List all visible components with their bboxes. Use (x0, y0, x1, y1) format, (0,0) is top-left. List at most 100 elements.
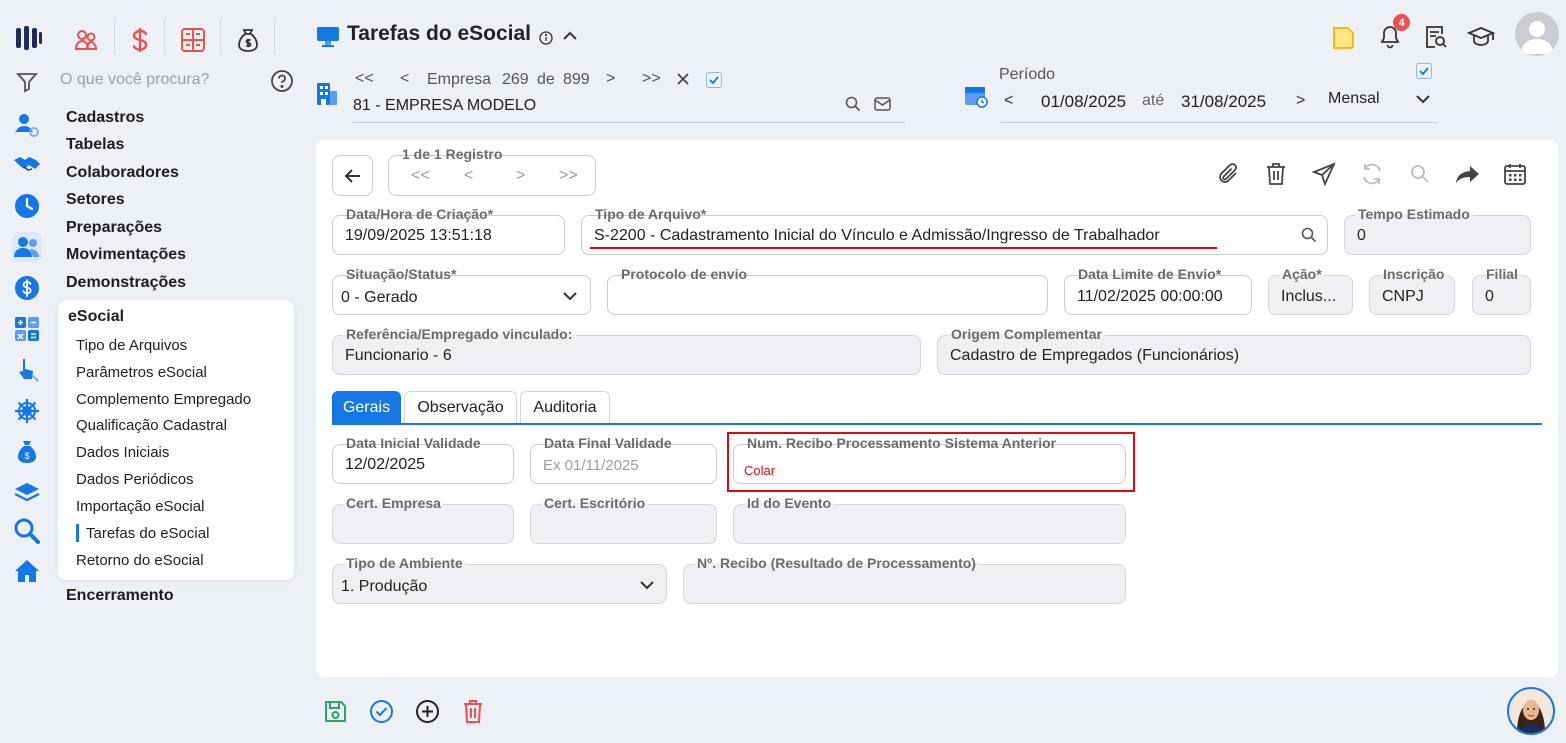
calendar-icon[interactable] (1502, 161, 1528, 187)
prev-company-button[interactable]: < (400, 70, 409, 88)
delete-icon[interactable] (462, 699, 484, 724)
next-record-button[interactable]: > (516, 167, 525, 185)
search-icon[interactable] (1407, 161, 1433, 187)
assistant-avatar[interactable] (1507, 687, 1555, 735)
protocol-field[interactable]: Protocolo de envio (607, 266, 1048, 315)
prev-period-button[interactable]: < (1004, 92, 1013, 110)
save-icon[interactable] (323, 699, 348, 724)
company-search-icon[interactable] (845, 96, 861, 112)
first-record-button[interactable]: << (411, 167, 430, 185)
status-select[interactable]: Situação/Status* 0 - Gerado (332, 266, 591, 315)
status-chevron-down-icon[interactable] (562, 290, 578, 302)
back-button[interactable] (332, 155, 373, 196)
clock-icon[interactable] (12, 191, 42, 221)
creation-datetime-field[interactable]: Data/Hora de Criação* 19/09/2025 13:51:1… (332, 206, 565, 255)
menu-item-colaboradores[interactable]: Colaboradores (66, 164, 179, 182)
add-icon[interactable] (415, 699, 440, 724)
dollar-icon[interactable] (126, 26, 154, 54)
prev-record-button[interactable]: < (464, 167, 473, 185)
menu-item-movimentacoes[interactable]: Movimentações (66, 246, 186, 264)
company-name[interactable]: 81 - EMPRESA MODELO (353, 97, 536, 115)
file-type-search-icon[interactable] (1301, 227, 1317, 243)
submenu-item-retorno[interactable]: Retorno do eSocial (76, 552, 204, 569)
submenu-item-complemento[interactable]: Complemento Empregado (76, 391, 251, 408)
first-company-button[interactable]: << (355, 70, 374, 88)
submenu-item-importacao[interactable]: Importação eSocial (76, 498, 204, 515)
period-end[interactable]: 31/08/2025 (1181, 92, 1266, 112)
tab-gerais[interactable]: Gerais (332, 391, 401, 424)
company-checkbox[interactable] (706, 72, 722, 88)
submenu-item-dados-iniciais[interactable]: Dados Iniciais (76, 444, 169, 461)
period-checkbox[interactable] (1416, 63, 1432, 79)
close-icon[interactable] (677, 73, 689, 85)
chevron-down-icon[interactable] (1415, 93, 1431, 105)
mail-icon[interactable] (874, 97, 891, 111)
event-id-label: Id do Evento (744, 495, 834, 511)
origin-label: Origem Complementar (948, 326, 1105, 342)
file-type-field[interactable]: Tipo de Arquivo* S-2200 - Cadastramento … (581, 206, 1328, 255)
search-menu-input[interactable]: O que você procura? (60, 71, 209, 89)
tab-auditoria[interactable]: Auditoria (520, 391, 610, 424)
start-validity-label: Data Inicial Validade (343, 435, 484, 451)
magnifier-icon[interactable] (12, 516, 42, 546)
environment-chevron-down-icon[interactable] (639, 579, 655, 591)
period-mode-select[interactable]: Mensal (1328, 90, 1380, 108)
employees-icon[interactable] (12, 232, 42, 262)
home-icon[interactable] (12, 556, 42, 586)
reference-field: Referência/Empregado vinculado: Funciona… (332, 326, 921, 375)
last-record-button[interactable]: >> (559, 167, 578, 185)
submenu-item-tipo-arquivos[interactable]: Tipo de Arquivos (76, 337, 187, 354)
trash-icon[interactable] (1263, 161, 1289, 187)
submenu-item-tarefas[interactable]: Tarefas do eSocial (86, 525, 209, 542)
document-search-icon[interactable] (1424, 24, 1448, 50)
environment-value: 1. Produção (341, 578, 428, 595)
network-icon[interactable] (12, 396, 42, 426)
last-company-button[interactable]: >> (642, 70, 661, 88)
collapse-chevron-icon[interactable] (562, 30, 578, 42)
menu-item-cadastros[interactable]: Cadastros (66, 109, 144, 127)
menu-item-tabelas[interactable]: Tabelas (66, 136, 124, 154)
menu-item-setores[interactable]: Setores (66, 191, 125, 209)
refresh-icon[interactable] (1359, 161, 1385, 187)
send-icon[interactable] (1311, 161, 1337, 187)
graduation-cap-icon[interactable] (1467, 25, 1495, 49)
forward-icon[interactable] (1455, 161, 1481, 187)
app-logo[interactable] (14, 24, 44, 52)
table-icon[interactable] (179, 26, 207, 54)
confirm-icon[interactable] (369, 699, 394, 724)
menu-item-demonstracoes[interactable]: Demonstrações (66, 274, 186, 292)
filter-icon[interactable] (16, 71, 38, 93)
end-validity-field[interactable]: Data Final Validade Ex 01/11/2025 (530, 435, 717, 484)
pointer-icon[interactable] (12, 355, 42, 385)
prev-receipt-field[interactable]: Num. Recibo Processamento Sistema Anteri… (733, 435, 1126, 484)
dollar-circle-icon[interactable] (12, 273, 42, 303)
submenu-item-qualificacao[interactable]: Qualificação Cadastral (76, 417, 227, 434)
layers-icon[interactable] (12, 478, 42, 508)
menu-item-encerramento[interactable]: Encerramento (66, 587, 174, 605)
submenu-item-dados-periodicos[interactable]: Dados Periódicos (76, 471, 194, 488)
environment-select[interactable]: Tipo de Ambiente 1. Produção (332, 555, 667, 604)
attach-icon[interactable] (1215, 161, 1241, 187)
red-underline (590, 247, 1217, 249)
submenu-item-parametros[interactable]: Parâmetros eSocial (76, 364, 207, 381)
receipt-result-label: Nº. Recibo (Resultado de Processamento) (694, 555, 979, 571)
user-avatar[interactable] (1515, 12, 1559, 56)
menu-item-preparacoes[interactable]: Preparações (66, 219, 162, 237)
next-period-button[interactable]: > (1296, 92, 1305, 110)
money-bag-blue-icon[interactable]: $ (12, 437, 42, 467)
info-icon[interactable] (539, 31, 553, 45)
period-start[interactable]: 01/08/2025 (1041, 92, 1126, 112)
help-icon[interactable] (270, 69, 294, 93)
start-validity-field[interactable]: Data Inicial Validade 12/02/2025 (332, 435, 514, 484)
tab-observacao[interactable]: Observação (404, 391, 517, 424)
next-company-button[interactable]: > (606, 70, 615, 88)
deadline-field[interactable]: Data Limite de Envio* 11/02/2025 00:00:0… (1064, 266, 1252, 315)
submenu-title[interactable]: eSocial (68, 308, 124, 326)
handshake-icon[interactable] (12, 150, 42, 180)
money-bag-icon[interactable] (234, 26, 262, 54)
people-icon[interactable] (72, 26, 100, 54)
user-settings-icon[interactable] (12, 110, 42, 140)
page-title: Tarefas do eSocial (347, 22, 532, 45)
calculator-icon[interactable] (12, 314, 42, 344)
notes-icon[interactable] (1330, 24, 1356, 50)
